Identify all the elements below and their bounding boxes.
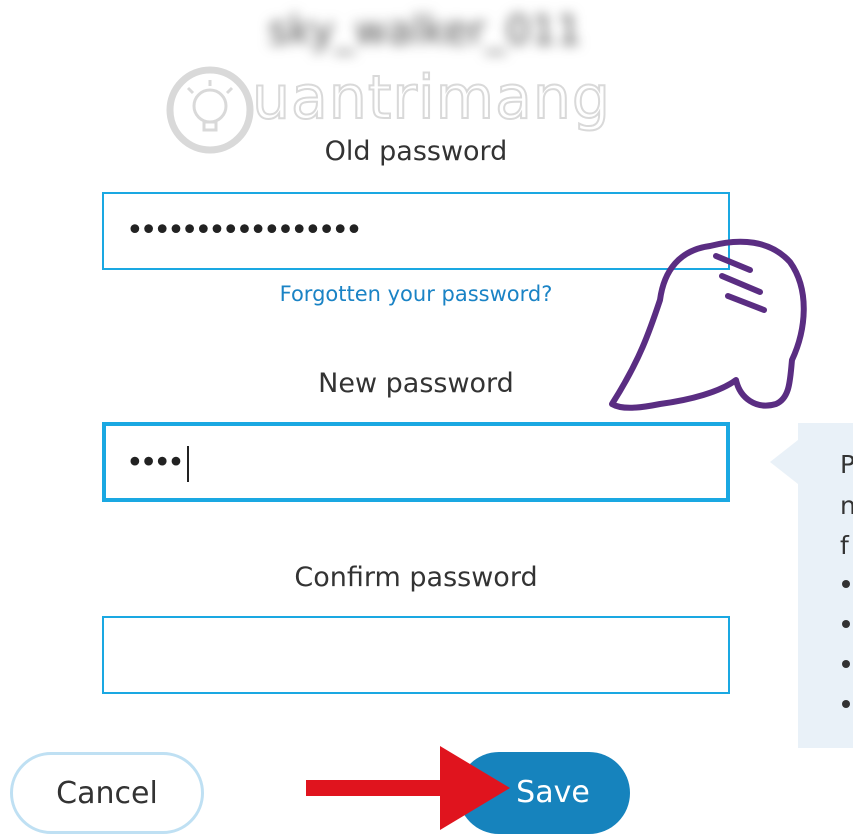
pointing-hand-icon bbox=[609, 238, 807, 411]
red-arrow-icon bbox=[306, 746, 510, 830]
annotation-overlay bbox=[306, 238, 807, 830]
